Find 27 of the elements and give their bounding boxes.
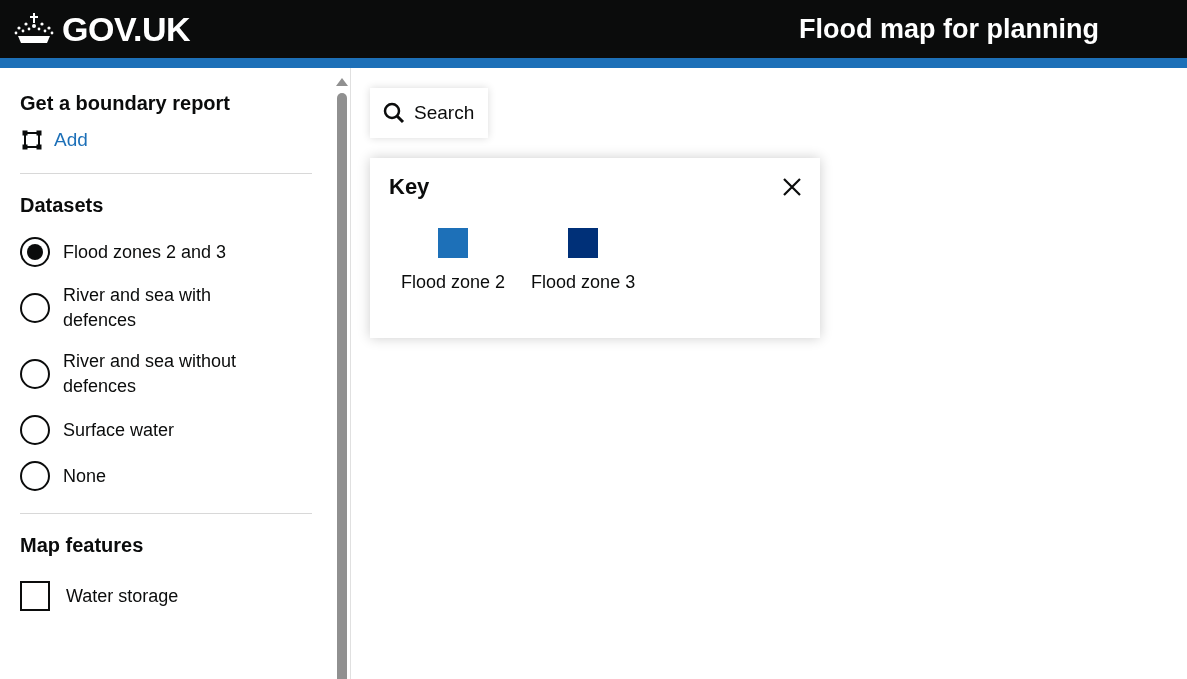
checkbox[interactable]	[20, 581, 50, 611]
radio-label[interactable]: River and sea without defences	[63, 349, 263, 399]
radio-button[interactable]	[20, 359, 50, 389]
section-heading: Datasets	[20, 194, 105, 217]
polygon-icon	[22, 130, 42, 150]
legend-label: Flood zone 3	[531, 272, 636, 293]
radio-label[interactable]: Surface water	[63, 417, 175, 443]
search-button[interactable]: Search	[370, 88, 489, 138]
close-button[interactable]	[782, 177, 802, 197]
section-heading: Get a boundary report	[20, 92, 232, 115]
logo-text[interactable]: GOV.UK	[62, 9, 190, 49]
checkbox-label[interactable]: Water storage	[66, 583, 179, 609]
radio-button[interactable]	[20, 237, 50, 267]
legend-label: Flood zone 2	[401, 272, 506, 293]
crown-icon	[14, 12, 54, 46]
radio-label[interactable]: Flood zones 2 and 3	[63, 239, 227, 265]
radio-button[interactable]	[20, 415, 50, 445]
radio-label[interactable]: None	[63, 463, 107, 489]
close-icon	[782, 177, 802, 197]
add-link[interactable]: Add	[20, 129, 88, 151]
service-title: Flood map for planning	[799, 13, 1099, 45]
radio-button[interactable]	[20, 461, 50, 491]
section-heading: Map features	[20, 534, 145, 557]
key-title: Key	[389, 174, 430, 200]
radio-button[interactable]	[20, 293, 50, 323]
search-icon	[382, 101, 406, 125]
radio-label[interactable]: River and sea with defences	[63, 283, 263, 333]
